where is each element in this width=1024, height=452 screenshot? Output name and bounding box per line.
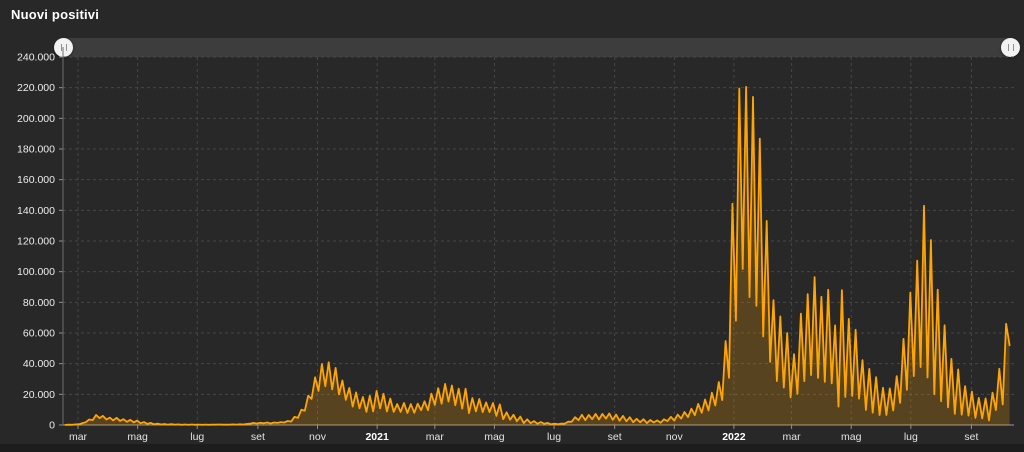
y-tick-label: 120.000 — [17, 236, 55, 248]
x-tick-label: lug — [190, 431, 204, 443]
x-tick-label: set — [608, 431, 622, 443]
x-tick-label: lug — [547, 431, 561, 443]
x-tick-label: 2022 — [722, 431, 746, 443]
x-tick-label: mar — [69, 431, 88, 443]
y-tick-label: 200.000 — [17, 113, 55, 125]
x-tick-label: mag — [127, 431, 148, 443]
x-tick-label: nov — [666, 431, 684, 443]
y-tick-label: 180.000 — [17, 144, 55, 156]
y-tick-label: 60.000 — [23, 328, 55, 340]
area-chart: 0 20.000 40.000 60.000 80.000 100.000 120.000 1… — [0, 0, 1024, 452]
y-tick-label: 140.000 — [17, 205, 55, 217]
y-tick-label: 20.000 — [23, 389, 55, 401]
y-tick-label: 100.000 — [17, 266, 55, 278]
x-tick-label: lug — [904, 431, 918, 443]
y-tick-label: 80.000 — [23, 297, 55, 309]
x-tick-label: mag — [841, 431, 862, 443]
y-tick-label: 40.000 — [23, 358, 55, 370]
y-tick-label: 0 — [49, 420, 55, 432]
x-tick-label: mar — [783, 431, 802, 443]
x-tick-label: set — [251, 431, 265, 443]
x-tick-label: nov — [309, 431, 327, 443]
y-tick-label: 220.000 — [17, 82, 55, 94]
x-tick-label: mag — [484, 431, 505, 443]
x-tick-label: 2021 — [365, 431, 389, 443]
bottom-strip — [0, 444, 1024, 452]
y-tick-label: 240.000 — [17, 52, 55, 64]
x-tick-label: mar — [426, 431, 445, 443]
y-tick-label: 160.000 — [17, 174, 55, 186]
x-tick-label: set — [964, 431, 978, 443]
